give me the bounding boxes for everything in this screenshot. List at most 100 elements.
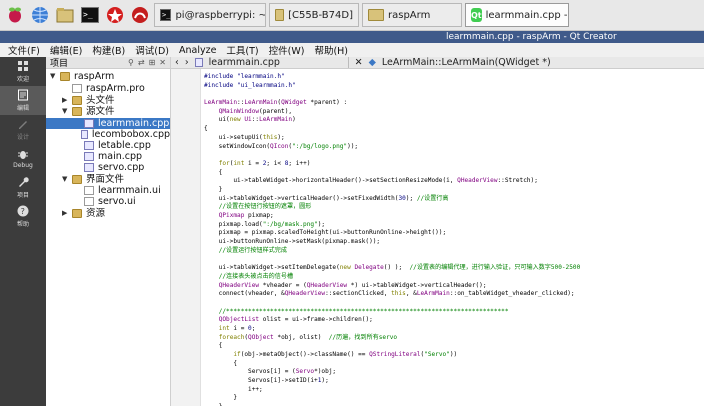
taskbar-task-terminal[interactable]: >_ pi@raspberrypi: ~: [154, 3, 266, 27]
code-line[interactable]: //连接表头被点击的信号槽: [204, 273, 704, 282]
menu-help[interactable]: 帮助(H): [314, 43, 348, 57]
tree-item[interactable]: lecombobox.cpp: [46, 129, 170, 140]
tree-item[interactable]: raspArm.pro: [46, 83, 170, 94]
code-line[interactable]: //设置在按钮行按钮的遮罩，圆形: [204, 203, 704, 212]
tree-item[interactable]: ▶ 头文件: [46, 95, 170, 106]
mode-help[interactable]: ? 帮助: [0, 202, 46, 231]
menu-edit[interactable]: 编辑(E): [50, 43, 82, 57]
code-line[interactable]: [204, 151, 704, 160]
tree-item[interactable]: learmmain.ui: [46, 185, 170, 196]
editor-symbol[interactable]: LeArmMain::LeArmMain(QWidget *): [382, 57, 551, 68]
code-line[interactable]: //**************************************…: [204, 308, 704, 317]
code-line[interactable]: [204, 90, 704, 99]
code-line[interactable]: pixmap = pixmap.scaledToHeight(ui->butto…: [204, 229, 704, 238]
menu-tools[interactable]: 工具(T): [226, 43, 258, 57]
close-panel-icon[interactable]: ✕: [159, 58, 166, 67]
web-browser-icon[interactable]: [29, 4, 51, 26]
nav-back-icon[interactable]: ‹: [175, 57, 179, 68]
code-text[interactable]: #include "learmmain.h" #include "ui_learm…: [204, 73, 704, 406]
mode-design[interactable]: 设计: [0, 115, 46, 144]
expand-arrow-icon[interactable]: ▼: [62, 106, 72, 117]
menu-build[interactable]: 构建(B): [92, 43, 125, 57]
code-line[interactable]: setWindowIcon(QIcon(":/bg/logo.png"));: [204, 143, 704, 152]
code-line[interactable]: ui(new Ui::LeArmMain): [204, 116, 704, 125]
tree-item[interactable]: learmmain.cpp: [46, 118, 170, 129]
code-line[interactable]: {: [204, 169, 704, 178]
expand-arrow-icon[interactable]: ▼: [62, 174, 72, 185]
collapse-arrow-icon[interactable]: ▶: [62, 95, 72, 106]
mode-debug[interactable]: Debug: [0, 144, 46, 173]
cpp-file-icon: [84, 141, 94, 150]
code-line[interactable]: }: [204, 186, 704, 195]
code-line[interactable]: ui->tableWidget->verticalHeader()->setFi…: [204, 195, 704, 204]
taskbar-task-folder-c55b[interactable]: [C55B-B74D]: [269, 3, 359, 27]
code-line[interactable]: ui->tableWidget->horizontalHeader()->set…: [204, 177, 704, 186]
mode-projects[interactable]: 项目: [0, 173, 46, 202]
mode-label: 项目: [16, 192, 29, 199]
nav-forward-icon[interactable]: ›: [185, 57, 189, 68]
code-line[interactable]: i++;: [204, 386, 704, 395]
tree-item[interactable]: ▼ 源文件: [46, 106, 170, 117]
code-line[interactable]: }: [204, 394, 704, 403]
mode-edit[interactable]: 编辑: [0, 86, 46, 115]
split-icon[interactable]: ⊞: [149, 58, 156, 67]
code-line[interactable]: //设置运行按钮样式完成: [204, 247, 704, 256]
raspberry-menu-icon[interactable]: [4, 4, 26, 26]
mode-welcome[interactable]: 欢迎: [0, 57, 46, 86]
code-line[interactable]: #include "ui_learmmain.h": [204, 82, 704, 91]
code-line[interactable]: for(int i = 2; i< 8; i++): [204, 160, 704, 169]
code-line[interactable]: LeArmMain::LeArmMain(QWidget *parent) :: [204, 99, 704, 108]
tree-item[interactable]: ▼ raspArm: [46, 71, 170, 82]
tree-item[interactable]: ▶ 资源: [46, 208, 170, 219]
code-line[interactable]: connect(vheader, &QHeaderView::sectionCl…: [204, 290, 704, 299]
editor-file-name[interactable]: learmmain.cpp: [209, 57, 349, 68]
file-manager-icon[interactable]: [54, 4, 76, 26]
svg-text:?: ?: [21, 207, 25, 216]
tree-item[interactable]: letable.cpp: [46, 140, 170, 151]
tree-item[interactable]: servo.cpp: [46, 162, 170, 173]
code-line[interactable]: pixmap.load(":/bg/mask.png");: [204, 221, 704, 230]
menu-file[interactable]: 文件(F): [8, 43, 40, 57]
tree-item[interactable]: ▼ 界面文件: [46, 174, 170, 185]
code-line[interactable]: [204, 255, 704, 264]
code-line[interactable]: QObjectList olist = ui->frame->children(…: [204, 316, 704, 325]
code-line[interactable]: ui->tableWidget->setItemDelegate(new Del…: [204, 264, 704, 273]
menu-debug[interactable]: 调试(D): [135, 43, 169, 57]
code-line[interactable]: Servos[i]->setID(i+1);: [204, 377, 704, 386]
expand-arrow-icon[interactable]: ▼: [50, 71, 60, 82]
code-line[interactable]: ui->buttonRunOnline->setMask(pixmap.mask…: [204, 238, 704, 247]
code-line[interactable]: foreach(QObject *obj, olist) //历遍，找到所有se…: [204, 334, 704, 343]
tree-item[interactable]: servo.ui: [46, 196, 170, 207]
code-line[interactable]: int i = 0;: [204, 325, 704, 334]
link-icon[interactable]: ⇄: [138, 58, 145, 67]
code-line[interactable]: {: [204, 360, 704, 369]
tree-item-label: 头文件: [86, 95, 115, 106]
wolfram-icon[interactable]: [129, 4, 151, 26]
mode-label: 编辑: [16, 105, 29, 112]
menu-widgets[interactable]: 控件(W): [269, 43, 305, 57]
close-document-icon[interactable]: ✕: [355, 57, 363, 68]
mathematica-icon[interactable]: [104, 4, 126, 26]
code-line[interactable]: Servos[i] = (Servo*)obj;: [204, 368, 704, 377]
taskbar-task-folder-rasparm[interactable]: raspArm: [362, 3, 462, 27]
menu-analyze[interactable]: Analyze: [179, 45, 216, 56]
code-line[interactable]: ui->setupUi(this);: [204, 134, 704, 143]
terminal-launcher-icon[interactable]: >_: [79, 4, 101, 26]
code-line[interactable]: {: [204, 125, 704, 134]
collapse-arrow-icon[interactable]: ▶: [62, 208, 72, 219]
folder-icon: [72, 96, 82, 105]
tree-item-label: servo.ui: [98, 196, 136, 207]
tree-item[interactable]: main.cpp: [46, 151, 170, 162]
folder-icon: [72, 107, 82, 116]
code-line[interactable]: {: [204, 342, 704, 351]
taskbar-task-qtcreator[interactable]: Qt learmmain.cpp - rasp...: [465, 3, 569, 27]
tree-item-label: 资源: [86, 208, 106, 219]
code-line[interactable]: #include "learmmain.h": [204, 73, 704, 82]
tree-item-label: learmmain.ui: [98, 185, 161, 196]
code-line[interactable]: QHeaderView *vheader = (QHeaderView *) u…: [204, 282, 704, 291]
code-line[interactable]: if(obj->metaObject()->className() == QSt…: [204, 351, 704, 360]
code-line[interactable]: QMainWindow(parent),: [204, 108, 704, 117]
filter-icon[interactable]: ⚲: [128, 58, 134, 67]
code-line[interactable]: [204, 299, 704, 308]
code-line[interactable]: QPixmap pixmap;: [204, 212, 704, 221]
